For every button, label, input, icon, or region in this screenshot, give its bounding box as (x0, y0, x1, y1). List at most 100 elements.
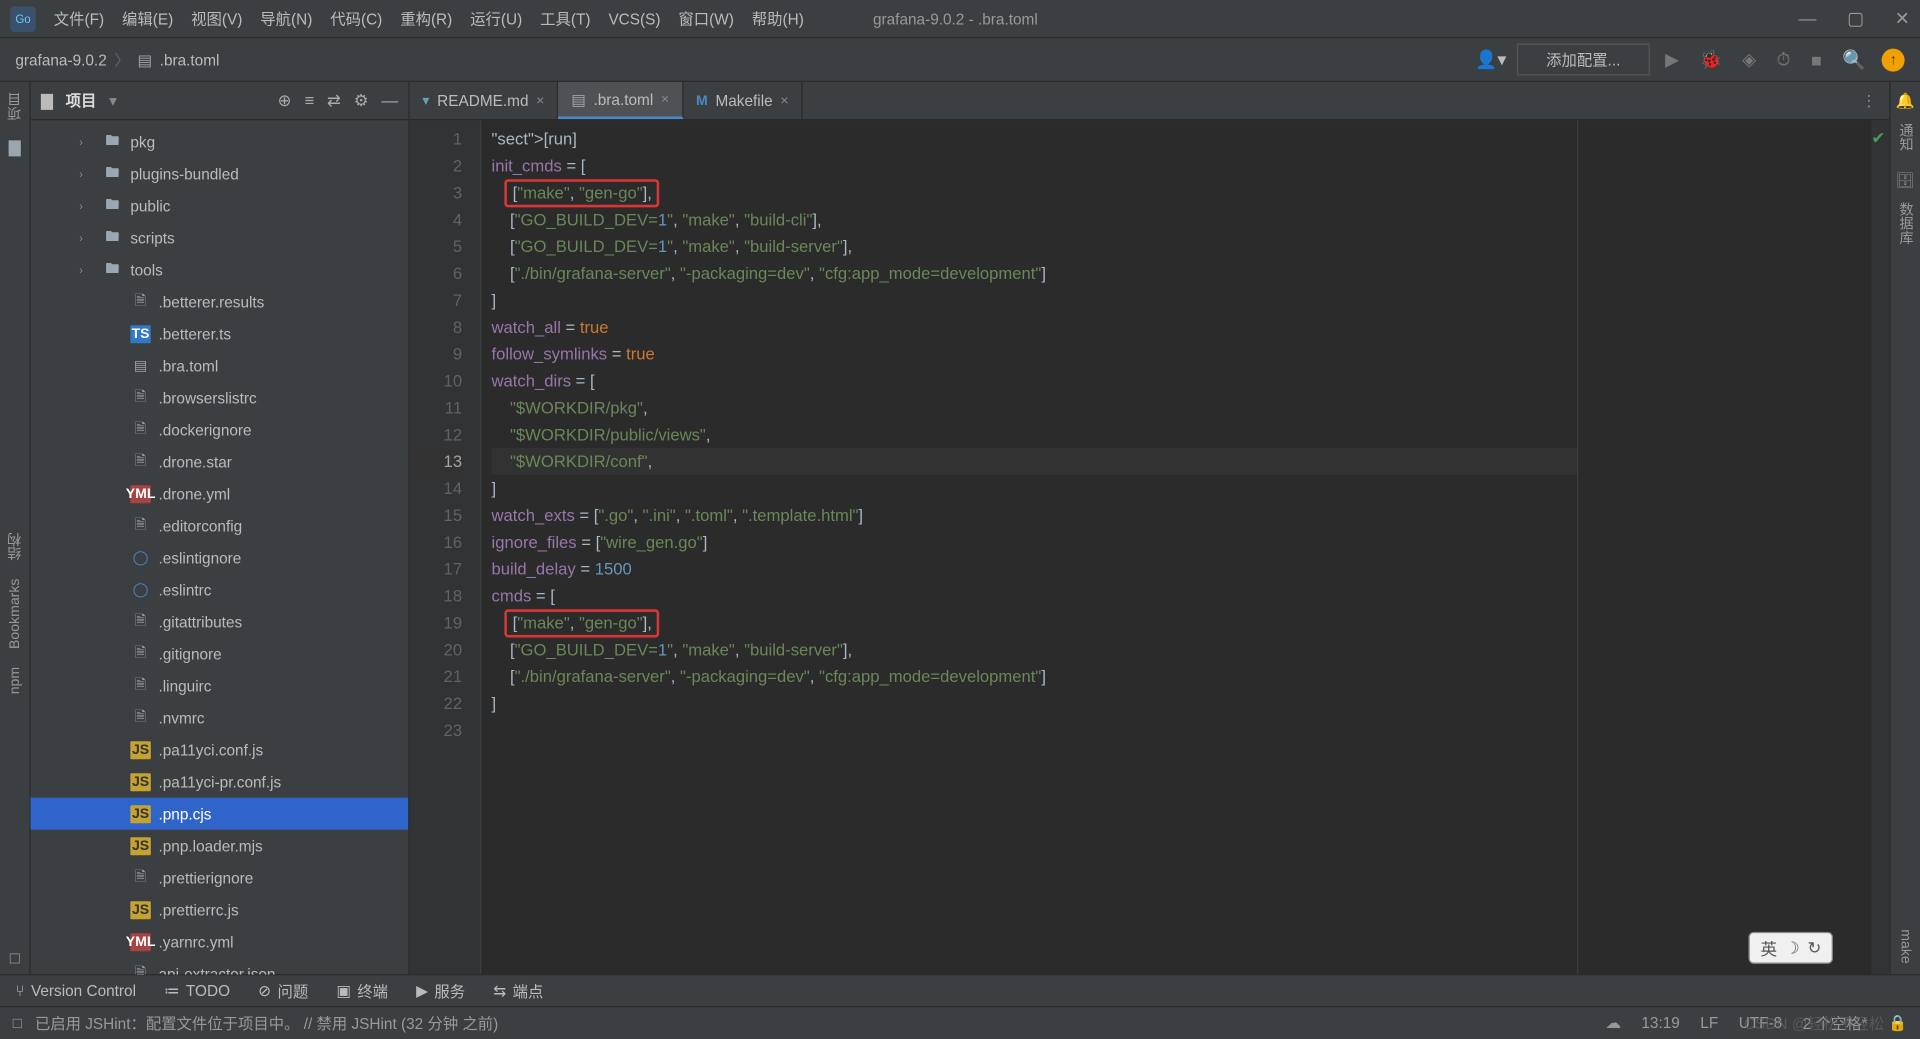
editor-panel: ▾README.md×▤.bra.toml×MMakefile× ⋮ 123456… (410, 82, 1890, 974)
sidebar-tab-structure[interactable]: 结构 (4, 532, 24, 560)
database-icon[interactable]: 🗄 (1896, 172, 1916, 190)
add-configuration-button[interactable]: 添加配置... (1517, 44, 1650, 76)
tool-window-toggle-icon[interactable]: ◻ (8, 948, 21, 966)
menu-view[interactable]: 视图(V) (191, 8, 242, 30)
close-tab-icon[interactable]: × (661, 92, 669, 107)
menu-code[interactable]: 代码(C) (330, 8, 382, 30)
menu-file[interactable]: 文件(F) (54, 8, 104, 30)
tree-file[interactable]: 🗎.gitattributes (31, 605, 409, 637)
tabs-overflow-icon[interactable]: ⋮ (1848, 82, 1889, 119)
status-line-separator[interactable]: LF (1700, 1014, 1718, 1032)
minimize-button[interactable]: — (1798, 8, 1816, 30)
tree-file[interactable]: JS.pnp.cjs (31, 797, 409, 829)
tree-file[interactable]: 🗎.betterer.results (31, 285, 409, 317)
folder-icon[interactable]: ▇ (9, 138, 21, 156)
collapse-all-icon[interactable]: ⇄ (327, 90, 341, 110)
tree-file[interactable]: 🗎.editorconfig (31, 509, 409, 541)
play-icon: ▶ (416, 982, 428, 1000)
run-button[interactable]: ▶ (1660, 49, 1684, 71)
tool-window-vcs[interactable]: ⑂Version Control (15, 982, 136, 1000)
project-view-icon[interactable]: ▇ (41, 92, 53, 110)
tree-file[interactable]: 🗎.prettierignore (31, 861, 409, 893)
moon-icon: ☽ (1785, 938, 1800, 958)
stop-button[interactable]: ■ (1806, 49, 1827, 69)
code-area[interactable]: "sect">[run]init_cmds = [ ["make", "gen-… (481, 120, 1577, 974)
tree-file[interactable]: ◯.eslintrc (31, 573, 409, 605)
tree-file[interactable]: YML.drone.yml (31, 477, 409, 509)
tree-file[interactable]: ▤.bra.toml (31, 349, 409, 381)
tool-window-terminal[interactable]: ▣终端 (336, 980, 388, 1002)
sidebar-tab-make[interactable]: make (1898, 929, 1913, 963)
close-tab-icon[interactable]: × (536, 93, 544, 108)
tree-file[interactable]: 🗎.browserslistrc (31, 381, 409, 413)
tree-file[interactable]: 🗎.dockerignore (31, 413, 409, 445)
status-bar: □ 已启用 JSHint：配置文件位于项目中。 // 禁用 JSHint (32… (0, 1006, 1920, 1038)
tree-folder[interactable]: ›🖿pkg (31, 125, 409, 157)
tree-file[interactable]: JS.prettierrc.js (31, 893, 409, 925)
tree-folder[interactable]: ›🖿public (31, 189, 409, 221)
inspection-ok-icon: ✔ (1871, 128, 1885, 148)
bell-icon[interactable]: 🔔 (1896, 92, 1915, 110)
menu-window[interactable]: 窗口(W) (678, 8, 733, 30)
breadcrumb-root[interactable]: grafana-9.0.2 (15, 51, 106, 69)
project-tree[interactable]: ›🖿pkg›🖿plugins-bundled›🖿public›🖿scripts›… (31, 120, 409, 974)
tree-file[interactable]: 🗎.linguirc (31, 669, 409, 701)
editor-tab[interactable]: ▾README.md× (410, 82, 559, 119)
status-cloud-icon[interactable]: ☁ (1606, 1014, 1621, 1032)
menu-help[interactable]: 帮助(H) (752, 8, 804, 30)
breadcrumb-file[interactable]: .bra.toml (160, 51, 220, 69)
list-icon: ≔ (164, 982, 179, 1000)
close-window-button[interactable]: ✕ (1895, 8, 1910, 30)
tree-file[interactable]: YML.yarnrc.yml (31, 925, 409, 957)
right-tool-strip: 🔔 通知 🗄 数据库 make (1889, 82, 1920, 974)
sidebar-tab-project[interactable]: 项目 (4, 92, 24, 120)
project-panel-title: 项目 (66, 90, 97, 112)
tool-window-services[interactable]: ▶服务 (416, 980, 465, 1002)
user-icon[interactable]: 👤▾ (1475, 49, 1506, 71)
tree-file[interactable]: JS.pa11yci.conf.js (31, 733, 409, 765)
breadcrumb[interactable]: grafana-9.0.2 〉 ▤ .bra.toml (15, 49, 219, 71)
tree-file[interactable]: JS.pnp.loader.mjs (31, 829, 409, 861)
menu-tools[interactable]: 工具(T) (540, 8, 590, 30)
dropdown-icon[interactable]: ▾ (109, 92, 117, 110)
search-everywhere-icon[interactable]: 🔍 (1837, 48, 1871, 71)
settings-icon[interactable]: ⚙ (354, 90, 369, 110)
editor-tab[interactable]: ▤.bra.toml× (558, 82, 683, 119)
tree-file[interactable]: 🗎.gitignore (31, 637, 409, 669)
locate-icon[interactable]: ⊕ (278, 90, 292, 110)
lock-icon[interactable]: 🔒 (1888, 1014, 1907, 1032)
tool-window-problems[interactable]: ⊘问题 (258, 980, 308, 1002)
tree-file[interactable]: TS.betterer.ts (31, 317, 409, 349)
tree-folder[interactable]: ›🖿scripts (31, 221, 409, 253)
maximize-button[interactable]: ▢ (1847, 8, 1864, 30)
tool-window-endpoints[interactable]: ⇆端点 (493, 980, 543, 1002)
tree-folder[interactable]: ›🖿plugins-bundled (31, 157, 409, 189)
sidebar-tab-npm[interactable]: npm (7, 667, 22, 694)
tree-file[interactable]: 🗎api-extractor.json (31, 957, 409, 974)
expand-all-icon[interactable]: ≡ (304, 90, 314, 110)
sidebar-tab-notifications[interactable]: 通知 (1895, 123, 1915, 151)
tree-file[interactable]: 🗎.nvmrc (31, 701, 409, 733)
sidebar-tab-bookmarks[interactable]: Bookmarks (7, 579, 22, 649)
close-tab-icon[interactable]: × (780, 93, 788, 108)
debug-button[interactable]: 🐞 (1694, 49, 1727, 71)
menu-vcs[interactable]: VCS(S) (608, 10, 660, 28)
sidebar-tab-database[interactable]: 数据库 (1895, 202, 1915, 244)
update-available-icon[interactable]: ↑ (1882, 48, 1905, 71)
coverage-button[interactable]: ◈ (1737, 49, 1761, 71)
tree-file[interactable]: 🗎.drone.star (31, 445, 409, 477)
editor-body[interactable]: 1234567891011121314151617181920212223 "s… (410, 120, 1890, 974)
status-hint[interactable]: 已启用 JSHint：配置文件位于项目中。 // 禁用 JSHint (32 分… (35, 1012, 498, 1034)
menu-run[interactable]: 运行(U) (470, 8, 522, 30)
tool-window-todo[interactable]: ≔TODO (164, 982, 230, 1000)
menu-edit[interactable]: 编辑(E) (122, 8, 173, 30)
tree-file[interactable]: ◯.eslintignore (31, 541, 409, 573)
tree-file[interactable]: JS.pa11yci-pr.conf.js (31, 765, 409, 797)
hide-panel-icon[interactable]: — (381, 90, 398, 110)
editor-tab[interactable]: MMakefile× (683, 82, 802, 119)
profile-button[interactable]: ⏱ (1771, 49, 1795, 71)
menu-refactor[interactable]: 重构(R) (400, 8, 452, 30)
status-left-icon[interactable]: □ (13, 1014, 22, 1032)
menu-navigate[interactable]: 导航(N) (260, 8, 312, 30)
tree-folder[interactable]: ›🖿tools (31, 253, 409, 285)
